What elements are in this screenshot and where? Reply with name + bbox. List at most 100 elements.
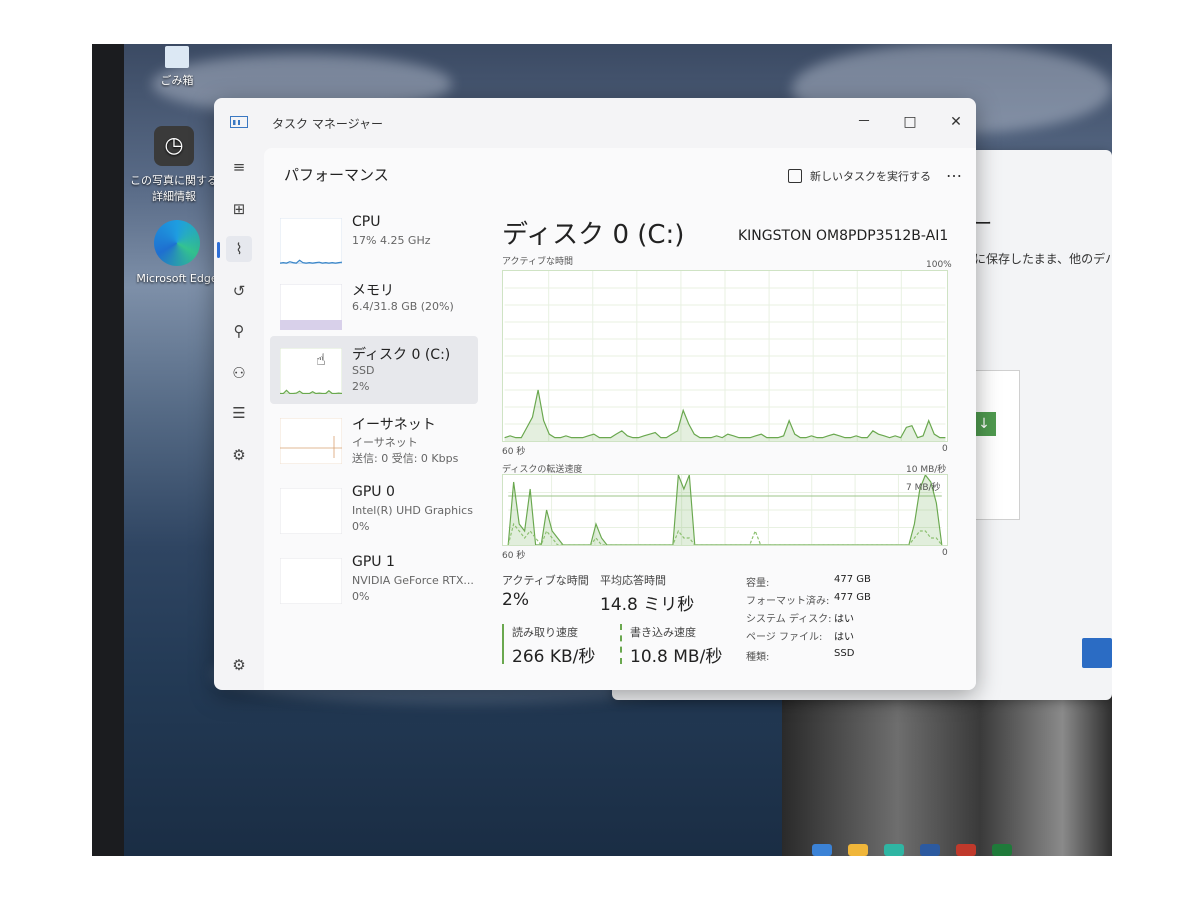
thumb-frame bbox=[280, 348, 342, 394]
background-window-text: に保存したまま、他のデバ bbox=[974, 252, 1112, 266]
device-cpu[interactable]: CPU 17% 4.25 GHz bbox=[270, 206, 478, 274]
device-detail: SSD bbox=[352, 364, 375, 377]
disk-title: ディスク 0 (C:) bbox=[502, 220, 685, 250]
device-name: ディスク 0 (C:) bbox=[352, 347, 451, 363]
close-button[interactable]: ✕ bbox=[944, 112, 968, 132]
device-detail: 17% 4.25 GHz bbox=[352, 234, 431, 247]
active-time-max: 100% bbox=[926, 260, 952, 270]
recycle-bin-glyph bbox=[165, 46, 189, 68]
taskbar-app-icon[interactable] bbox=[812, 844, 832, 856]
system-disk-label: システム ディスク: bbox=[746, 614, 832, 625]
formatted-label: フォーマット済み: bbox=[746, 596, 830, 607]
background-window-button[interactable] bbox=[1082, 638, 1112, 668]
read-speed-label: 読み取り速度 bbox=[512, 626, 578, 639]
taskbar-app2-icon[interactable] bbox=[956, 844, 976, 856]
transfer-rate-span: 60 秒 bbox=[502, 551, 526, 561]
title-bar: タスク マネージャー － □ ✕ bbox=[214, 98, 976, 148]
edge-icon[interactable]: Microsoft Edge bbox=[132, 220, 222, 285]
processes-icon[interactable]: ⊞ bbox=[226, 196, 252, 222]
transfer-rate-mid: 7 MB/秒 bbox=[906, 483, 941, 493]
active-time-min: 0 bbox=[942, 444, 948, 454]
minimize-button[interactable]: － bbox=[852, 112, 876, 132]
task-manager-window: タスク マネージャー － □ ✕ ≡ ⊞ ⌇ ↺ ⚲ ⚇ ☰ ⚙ ⚙ パフォーマ… bbox=[214, 98, 976, 690]
device-name: イーサネット bbox=[352, 417, 436, 433]
photo-info-icon[interactable]: ◷ この写真に関する詳細情報 bbox=[128, 126, 220, 204]
disk-thumbnail-graph bbox=[280, 348, 342, 394]
write-speed-indicator bbox=[620, 624, 622, 664]
page-file-label: ページ ファイル: bbox=[746, 632, 823, 643]
device-ethernet[interactable]: イーサネット イーサネット 送信: 0 受信: 0 Kbps bbox=[270, 406, 478, 474]
device-detail: NVIDIA GeForce RTX... bbox=[352, 574, 474, 587]
performance-icon[interactable]: ⌇ bbox=[226, 236, 252, 262]
taskbar-excel-icon[interactable] bbox=[992, 844, 1012, 856]
write-speed-value: 10.8 MB/秒 bbox=[630, 647, 723, 667]
type-label: 種類: bbox=[746, 652, 770, 663]
window-title: タスク マネージャー bbox=[272, 117, 383, 131]
hand-cursor-icon: ☝ bbox=[316, 350, 326, 369]
transfer-rate-graph bbox=[502, 474, 948, 546]
settings-icon[interactable]: ⚙ bbox=[226, 652, 252, 678]
ethernet-thumbnail-graph bbox=[280, 418, 342, 464]
services-icon[interactable]: ⚙ bbox=[226, 442, 252, 468]
device-usage: 0% bbox=[352, 520, 370, 533]
run-task-icon bbox=[788, 169, 802, 183]
device-gpu-1[interactable]: GPU 1 NVIDIA GeForce RTX... 0% bbox=[270, 546, 478, 614]
device-name: GPU 0 bbox=[352, 484, 395, 500]
device-detail: イーサネット bbox=[352, 436, 418, 449]
background-window-title: ー bbox=[974, 214, 992, 235]
maximize-button[interactable]: □ bbox=[898, 112, 922, 132]
more-options-icon[interactable]: … bbox=[946, 162, 963, 181]
device-disk-0[interactable]: ☝ ディスク 0 (C:) SSD 2% bbox=[270, 336, 478, 404]
taskbar-store-icon[interactable] bbox=[920, 844, 940, 856]
taskbar-edge-icon[interactable] bbox=[884, 844, 904, 856]
nav-active-indicator bbox=[217, 242, 220, 258]
active-time-label: アクティブな時間 bbox=[502, 257, 574, 267]
device-memory[interactable]: メモリ 6.4/31.8 GB (20%) bbox=[270, 272, 478, 340]
performance-pane: パフォーマンス 新しいタスクを実行する … CPU 17% 4.25 GHz メ… bbox=[264, 148, 976, 690]
device-usage: 送信: 0 受信: 0 Kbps bbox=[352, 452, 459, 465]
photo-info-label: この写真に関する詳細情報 bbox=[130, 174, 218, 203]
memory-thumbnail-graph bbox=[280, 284, 342, 330]
active-time-graph bbox=[502, 270, 948, 442]
recycle-bin-icon[interactable]: ごみ箱 bbox=[152, 46, 202, 88]
device-name: GPU 1 bbox=[352, 554, 395, 570]
device-detail: Intel(R) UHD Graphics bbox=[352, 504, 473, 517]
details-icon[interactable]: ☰ bbox=[226, 400, 252, 426]
capacity-value: 477 GB bbox=[834, 574, 871, 585]
device-usage: 2% bbox=[352, 380, 370, 393]
active-time-stat-label: アクティブな時間 bbox=[502, 574, 589, 587]
cpu-thumbnail-graph bbox=[280, 218, 342, 264]
app-history-icon[interactable]: ↺ bbox=[226, 278, 252, 304]
users-icon[interactable]: ⚇ bbox=[226, 360, 252, 386]
startup-apps-icon[interactable]: ⚲ bbox=[226, 318, 252, 344]
transfer-rate-min: 0 bbox=[942, 548, 948, 558]
photo-info-glyph: ◷ bbox=[154, 126, 194, 166]
thumb-frame bbox=[280, 218, 342, 264]
response-time-label: 平均応答時間 bbox=[600, 574, 666, 587]
nav-rail: ≡ ⊞ ⌇ ↺ ⚲ ⚇ ☰ ⚙ ⚙ bbox=[214, 150, 262, 690]
taskbar-folder-icon[interactable] bbox=[848, 844, 868, 856]
page-title: パフォーマンス bbox=[284, 166, 389, 184]
page-file-value: はい bbox=[834, 632, 854, 643]
pier-image bbox=[782, 694, 1112, 856]
formatted-value: 477 GB bbox=[834, 592, 871, 603]
desktop-photo: ごみ箱 ◷ この写真に関する詳細情報 Microsoft Edge ー に保存し… bbox=[92, 44, 1112, 856]
read-speed-value: 266 KB/秒 bbox=[512, 647, 596, 667]
read-speed-indicator bbox=[502, 624, 504, 664]
edge-label: Microsoft Edge bbox=[136, 272, 218, 285]
device-gpu-0[interactable]: GPU 0 Intel(R) UHD Graphics 0% bbox=[270, 476, 478, 544]
disk-model: KINGSTON OM8PDP3512B-AI1 bbox=[738, 228, 949, 244]
gpu0-thumbnail-graph bbox=[280, 488, 342, 534]
hamburger-menu-icon[interactable]: ≡ bbox=[226, 154, 252, 180]
device-name: CPU bbox=[352, 214, 381, 230]
gpu1-thumbnail-graph bbox=[280, 558, 342, 604]
capacity-label: 容量: bbox=[746, 578, 770, 589]
run-new-task-button[interactable]: 新しいタスクを実行する bbox=[788, 168, 931, 184]
response-time-value: 14.8 ミリ秒 bbox=[600, 595, 695, 615]
system-disk-value: はい bbox=[834, 614, 854, 625]
device-usage: 0% bbox=[352, 590, 370, 603]
monitor-bezel bbox=[92, 44, 124, 856]
write-speed-label: 書き込み速度 bbox=[630, 626, 696, 639]
device-detail: 6.4/31.8 GB (20%) bbox=[352, 300, 454, 313]
recycle-bin-label: ごみ箱 bbox=[160, 74, 194, 87]
